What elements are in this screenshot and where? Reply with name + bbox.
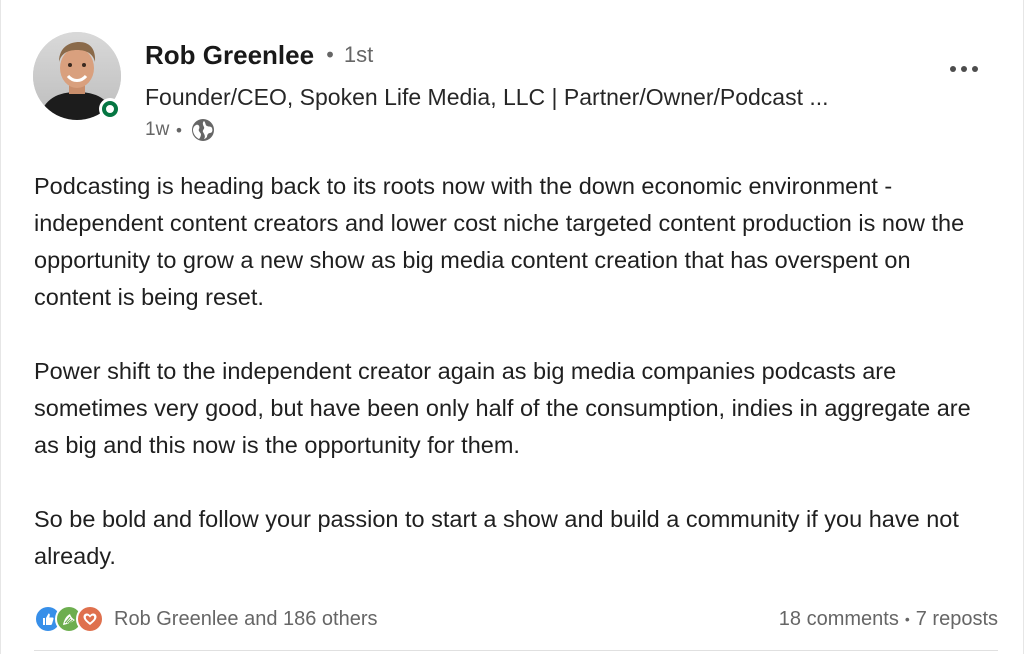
ellipsis-icon-dot: [950, 66, 956, 72]
name-degree-separator: •: [324, 43, 336, 67]
footer-divider: [34, 650, 998, 651]
meta-separator: •: [174, 120, 184, 140]
globe-icon: [191, 118, 215, 142]
post-text: Podcasting is heading back to its roots …: [34, 168, 994, 612]
post-paragraph: Power shift to the independent creator a…: [34, 358, 971, 458]
post-meta: 1w •: [145, 116, 215, 144]
reposts-count-link[interactable]: 7 reposts: [916, 608, 998, 631]
post-paragraph: So be bold and follow your passion to st…: [34, 506, 959, 569]
love-icon: [76, 605, 104, 633]
counts-separator: •: [904, 611, 910, 627]
online-status-indicator: [99, 98, 121, 120]
connection-degree: 1st: [343, 42, 374, 67]
author-avatar-link[interactable]: [33, 32, 121, 120]
comments-count-link[interactable]: 18 comments: [779, 608, 899, 631]
post-paragraph: Podcasting is heading back to its roots …: [34, 173, 965, 310]
ellipsis-icon-dot: [961, 66, 967, 72]
reaction-icons: [34, 605, 104, 633]
social-counts: 18 comments • 7 reposts: [779, 604, 998, 634]
author-name-line: Rob Greenlee • 1st: [145, 37, 373, 73]
reaction-count-text[interactable]: Rob Greenlee and 186 others: [114, 608, 378, 631]
post-options-button[interactable]: [939, 54, 989, 84]
feed-post: Rob Greenlee • 1st Founder/CEO, Spoken L…: [0, 0, 1024, 654]
reactions-summary[interactable]: Rob Greenlee and 186 others: [34, 604, 378, 634]
ellipsis-icon-dot: [972, 66, 978, 72]
post-timestamp[interactable]: 1w: [145, 119, 169, 141]
author-headline[interactable]: Founder/CEO, Spoken Life Media, LLC | Pa…: [145, 80, 905, 114]
author-name[interactable]: Rob Greenlee: [145, 40, 314, 71]
